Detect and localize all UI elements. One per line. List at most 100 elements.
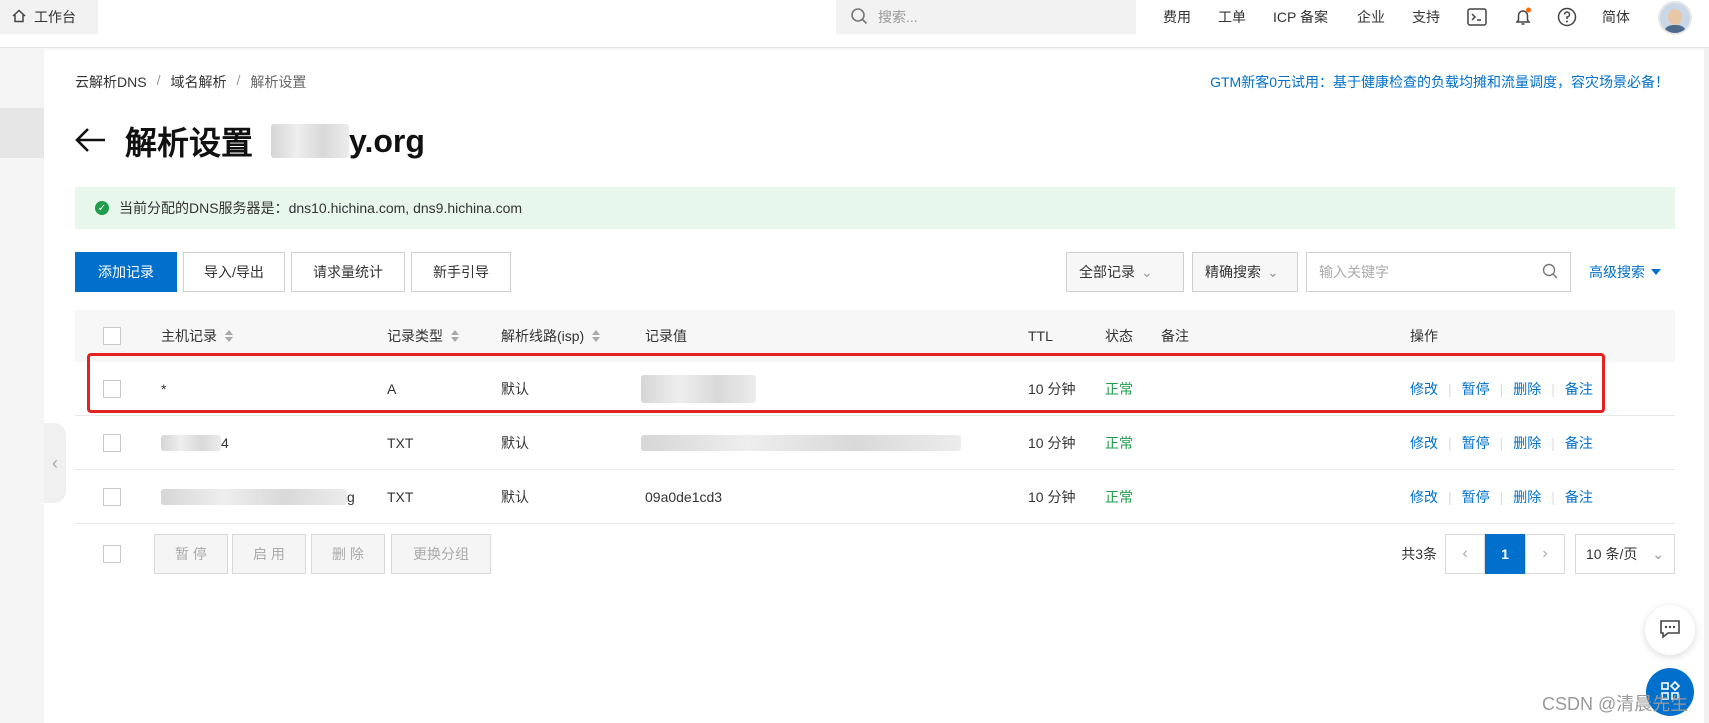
nav-tickets[interactable]: 工单 xyxy=(1218,0,1246,34)
records-table: 主机记录 记录类型 解析线路(isp) 记录值 TTL 状态 备注 操作 * A… xyxy=(75,310,1675,524)
edit-link[interactable]: 修改 xyxy=(1410,379,1438,399)
search-icon xyxy=(850,7,868,28)
row-value xyxy=(641,362,756,415)
row-ttl: 10 分钟 xyxy=(1028,380,1076,397)
col-host-label: 主机记录 xyxy=(161,328,217,344)
delete-link[interactable]: 删除 xyxy=(1513,487,1541,507)
back-arrow-icon[interactable] xyxy=(75,126,107,157)
edit-link[interactable]: 修改 xyxy=(1410,433,1438,453)
col-status: 状态 xyxy=(1105,328,1133,344)
change-group-button[interactable]: 更换分组 xyxy=(391,534,491,574)
col-remark: 备注 xyxy=(1161,328,1189,344)
batch-enable-button[interactable]: 启 用 xyxy=(232,534,306,574)
remark-link[interactable]: 备注 xyxy=(1565,379,1593,399)
nav-enterprise[interactable]: 企业 xyxy=(1357,0,1385,34)
sort-icon[interactable] xyxy=(592,330,601,342)
record-filter-select[interactable]: 全部记录 ⌄ xyxy=(1066,252,1184,292)
row-host: 4 xyxy=(161,416,229,469)
search-mode-select[interactable]: 精确搜索 ⌄ xyxy=(1192,252,1298,292)
dns-server-alert: ✓ 当前分配的DNS服务器是：dns10.hichina.com, dns9.h… xyxy=(75,187,1675,229)
col-host[interactable]: 主机记录 xyxy=(161,310,233,362)
row-host-visible: g xyxy=(347,488,355,505)
footer-select-all-checkbox[interactable] xyxy=(103,545,121,563)
search-icon[interactable] xyxy=(1542,263,1558,282)
col-line[interactable]: 解析线路(isp) xyxy=(501,310,601,362)
language-switch[interactable]: 简体 xyxy=(1602,0,1630,34)
redacted-text xyxy=(271,124,350,158)
breadcrumb-domain-resolve[interactable]: 域名解析 xyxy=(170,72,226,92)
watermark: CSDN @清晨先生 xyxy=(1542,694,1689,714)
workbench-button[interactable]: 工作台 xyxy=(0,0,98,34)
col-line-label: 解析线路(isp) xyxy=(501,328,585,344)
prev-page-button[interactable]: ‹ xyxy=(1445,534,1485,574)
pause-link[interactable]: 暂停 xyxy=(1462,433,1490,453)
sidebar-expand-handle[interactable]: ‹ xyxy=(44,423,66,503)
alert-label: 当前分配的DNS服务器是： xyxy=(119,200,289,216)
promo-link[interactable]: GTM新客0元试用：基于健康检查的负载均摊和流量调度，容灾场景必备！ xyxy=(1210,72,1669,92)
page-title: 解析设置 xyxy=(125,125,254,161)
row-ops: 修改 | 暂停 | 删除 | 备注 xyxy=(1410,379,1593,399)
global-search-input[interactable]: 搜索... xyxy=(836,0,1136,34)
avatar[interactable] xyxy=(1658,1,1692,35)
keyword-input[interactable]: 输入关键字 xyxy=(1306,252,1571,292)
page-header: 解析设置 y.org xyxy=(75,118,425,164)
col-value: 记录值 xyxy=(645,328,687,344)
breadcrumb-current: 解析设置 xyxy=(250,74,307,90)
row-ops: 修改 | 暂停 | 删除 | 备注 xyxy=(1410,487,1593,507)
request-stats-button[interactable]: 请求量统计 xyxy=(291,252,405,292)
edit-link[interactable]: 修改 xyxy=(1410,487,1438,507)
chevron-left-icon: ‹ xyxy=(1462,545,1468,562)
pause-link[interactable]: 暂停 xyxy=(1462,379,1490,399)
row-type: TXT xyxy=(387,488,414,505)
import-export-button[interactable]: 导入/导出 xyxy=(183,252,285,292)
sort-icon[interactable] xyxy=(225,330,233,342)
remark-link[interactable]: 备注 xyxy=(1565,487,1593,507)
row-checkbox[interactable] xyxy=(103,433,121,452)
pagination: 共3条 ‹ 1 › 10 条/页 ⌄ xyxy=(1401,534,1675,574)
top-bar: 工作台 搜索... 费用 工单 ICP 备案 企业 支持 简体 xyxy=(0,0,1709,48)
chat-bubble-button[interactable] xyxy=(1645,605,1695,655)
chevron-right-icon: › xyxy=(1542,545,1548,562)
action-toolbar: 添加记录 导入/导出 请求量统计 新手引导 xyxy=(75,252,511,292)
caret-down-icon xyxy=(1651,269,1661,275)
row-type: A xyxy=(387,380,397,397)
row-status: 正常 xyxy=(1105,434,1133,451)
row-host-visible: 4 xyxy=(221,434,229,451)
page-1-button[interactable]: 1 xyxy=(1485,534,1525,574)
help-icon[interactable] xyxy=(1557,7,1577,27)
bell-icon[interactable] xyxy=(1513,7,1533,27)
delete-link[interactable]: 删除 xyxy=(1513,433,1541,453)
table-header: 主机记录 记录类型 解析线路(isp) 记录值 TTL 状态 备注 操作 xyxy=(75,310,1675,362)
row-status: 正常 xyxy=(1105,380,1133,397)
remark-link[interactable]: 备注 xyxy=(1565,433,1593,453)
batch-delete-button[interactable]: 删 除 xyxy=(311,534,385,574)
col-type[interactable]: 记录类型 xyxy=(387,310,459,362)
select-all-checkbox[interactable] xyxy=(103,327,121,345)
chevron-down-icon: ⌄ xyxy=(1141,263,1153,280)
pause-link[interactable]: 暂停 xyxy=(1462,487,1490,507)
row-checkbox[interactable] xyxy=(103,379,121,398)
table-row: * A 默认 10 分钟 正常 修改 | 暂停 | 删除 | 备注 xyxy=(75,362,1675,416)
col-ops: 操作 xyxy=(1410,328,1438,344)
nav-support[interactable]: 支持 xyxy=(1412,0,1440,34)
add-record-button[interactable]: 添加记录 xyxy=(75,252,177,292)
redacted-text xyxy=(161,434,221,451)
batch-pause-button[interactable]: 暂 停 xyxy=(154,534,228,574)
sort-icon[interactable] xyxy=(451,330,459,342)
workbench-label: 工作台 xyxy=(34,9,76,25)
terminal-icon[interactable] xyxy=(1467,7,1487,27)
guide-button[interactable]: 新手引导 xyxy=(411,252,511,292)
chevron-down-icon: ⌄ xyxy=(1267,263,1279,280)
next-page-button[interactable]: › xyxy=(1525,534,1565,574)
nav-icp[interactable]: ICP 备案 xyxy=(1273,0,1328,34)
scrollbar[interactable] xyxy=(1704,48,1709,723)
row-checkbox[interactable] xyxy=(103,487,121,506)
domain-suffix: y.org xyxy=(349,122,425,159)
search-mode-value: 精确搜索 xyxy=(1205,264,1261,280)
nav-fees[interactable]: 费用 xyxy=(1163,0,1191,34)
page-size-select[interactable]: 10 条/页 ⌄ xyxy=(1575,534,1675,574)
delete-link[interactable]: 删除 xyxy=(1513,379,1541,399)
advanced-search-link[interactable]: 高级搜索 xyxy=(1589,262,1661,282)
chevron-down-icon: ⌄ xyxy=(1652,545,1664,562)
breadcrumb-dns[interactable]: 云解析DNS xyxy=(75,72,147,92)
